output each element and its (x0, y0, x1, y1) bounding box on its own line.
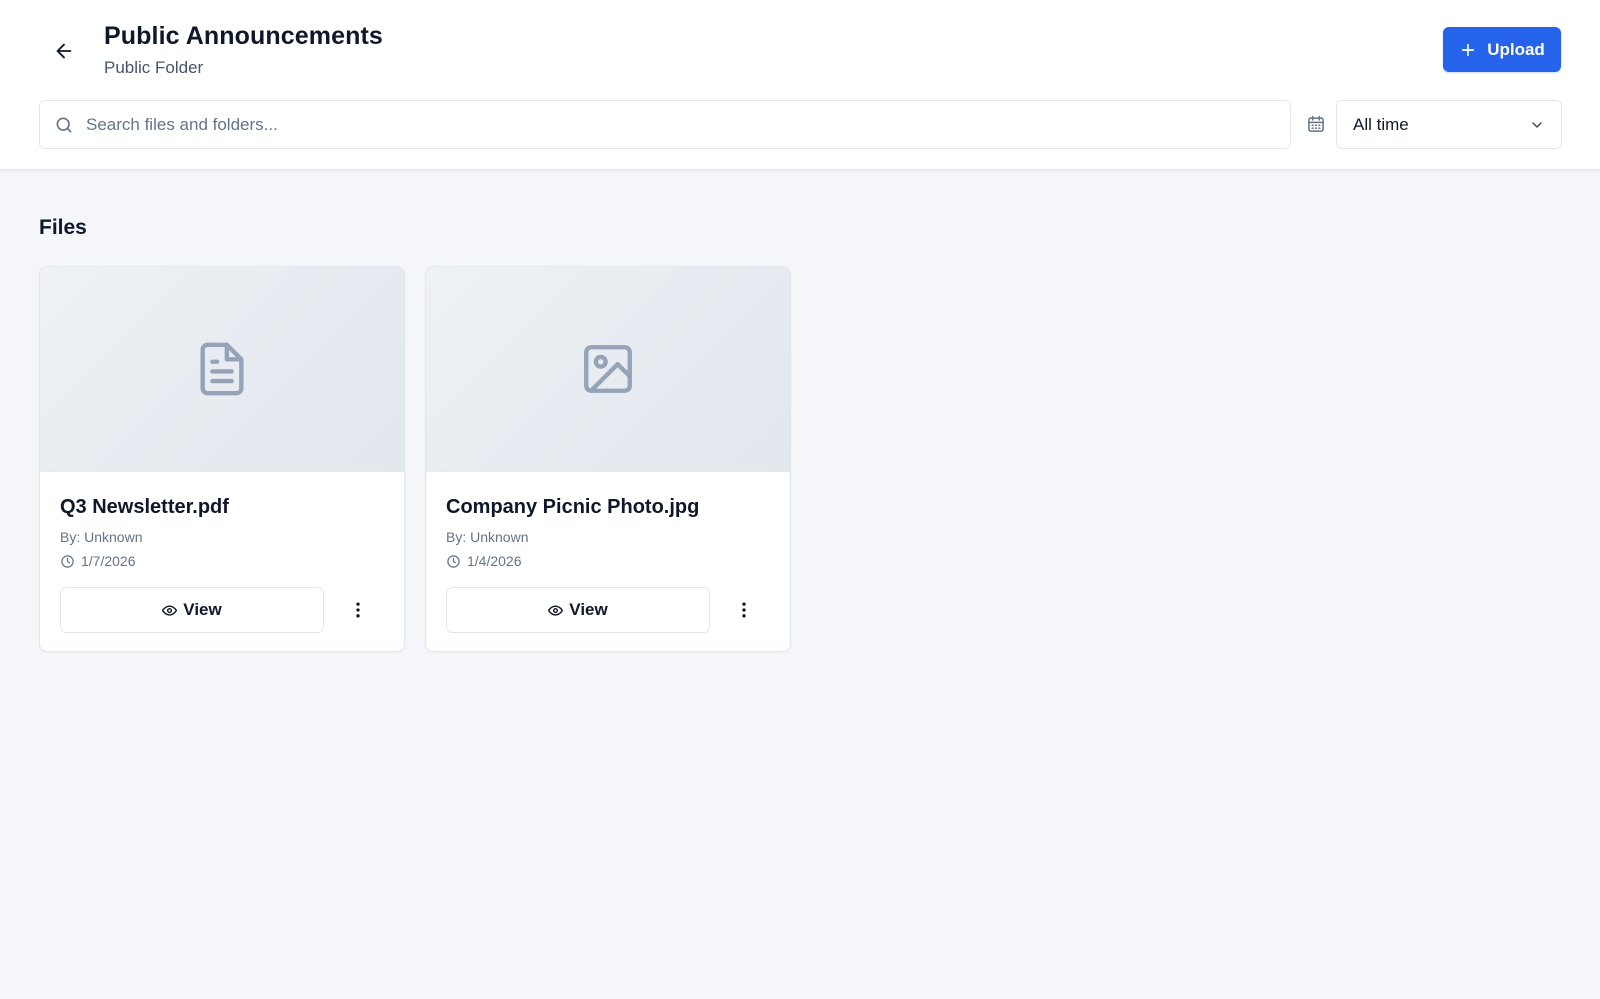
date-filter-value: All time (1353, 115, 1409, 134)
file-date: 1/7/2026 (60, 553, 136, 569)
clock-icon (61, 554, 74, 568)
upload-button-label: Upload (1487, 39, 1545, 59)
file-text-icon (200, 342, 244, 396)
arrow-left-icon (56, 43, 72, 59)
file-author: By: Unknown (60, 529, 143, 545)
file-name: Q3 Newsletter.pdf (60, 496, 229, 518)
page-subtitle: Public Folder (104, 58, 204, 77)
more-options-button[interactable] (338, 590, 378, 630)
eye-icon (162, 604, 178, 616)
more-vertical-icon (356, 602, 360, 618)
more-vertical-icon (742, 602, 746, 618)
more-options-button[interactable] (724, 590, 764, 630)
files-section-title: Files (39, 216, 87, 239)
file-date: 1/4/2026 (446, 553, 522, 569)
file-date-text: 1/4/2026 (467, 553, 522, 569)
file-date-text: 1/7/2026 (81, 553, 136, 569)
eye-icon (548, 604, 564, 616)
back-button[interactable] (44, 31, 84, 71)
view-button[interactable]: View (60, 587, 324, 633)
clock-icon (447, 554, 460, 568)
view-button[interactable]: View (446, 587, 710, 633)
upload-button[interactable]: Upload (1443, 27, 1561, 72)
search-icon (56, 117, 72, 133)
file-card[interactable]: Q3 Newsletter.pdf By: Unknown 1/7/2026 V… (39, 266, 405, 652)
chevron-down-icon (1532, 122, 1542, 128)
view-button-label: View (569, 600, 608, 619)
search-input[interactable] (86, 101, 1276, 148)
file-card[interactable]: Company Picnic Photo.jpg By: Unknown 1/4… (425, 266, 791, 652)
image-icon (584, 345, 632, 393)
view-button-label: View (183, 600, 222, 619)
page-header: Public Announcements Public Folder Uploa… (0, 0, 1600, 170)
page-title: Public Announcements (104, 22, 383, 50)
search-box (39, 100, 1291, 149)
file-thumbnail (40, 267, 404, 472)
file-name: Company Picnic Photo.jpg (446, 496, 700, 518)
calendar-icon[interactable] (1306, 114, 1326, 134)
file-author: By: Unknown (446, 529, 529, 545)
file-thumbnail (426, 267, 790, 472)
plus-icon (1459, 41, 1477, 59)
date-filter-select[interactable]: All time (1336, 100, 1562, 149)
